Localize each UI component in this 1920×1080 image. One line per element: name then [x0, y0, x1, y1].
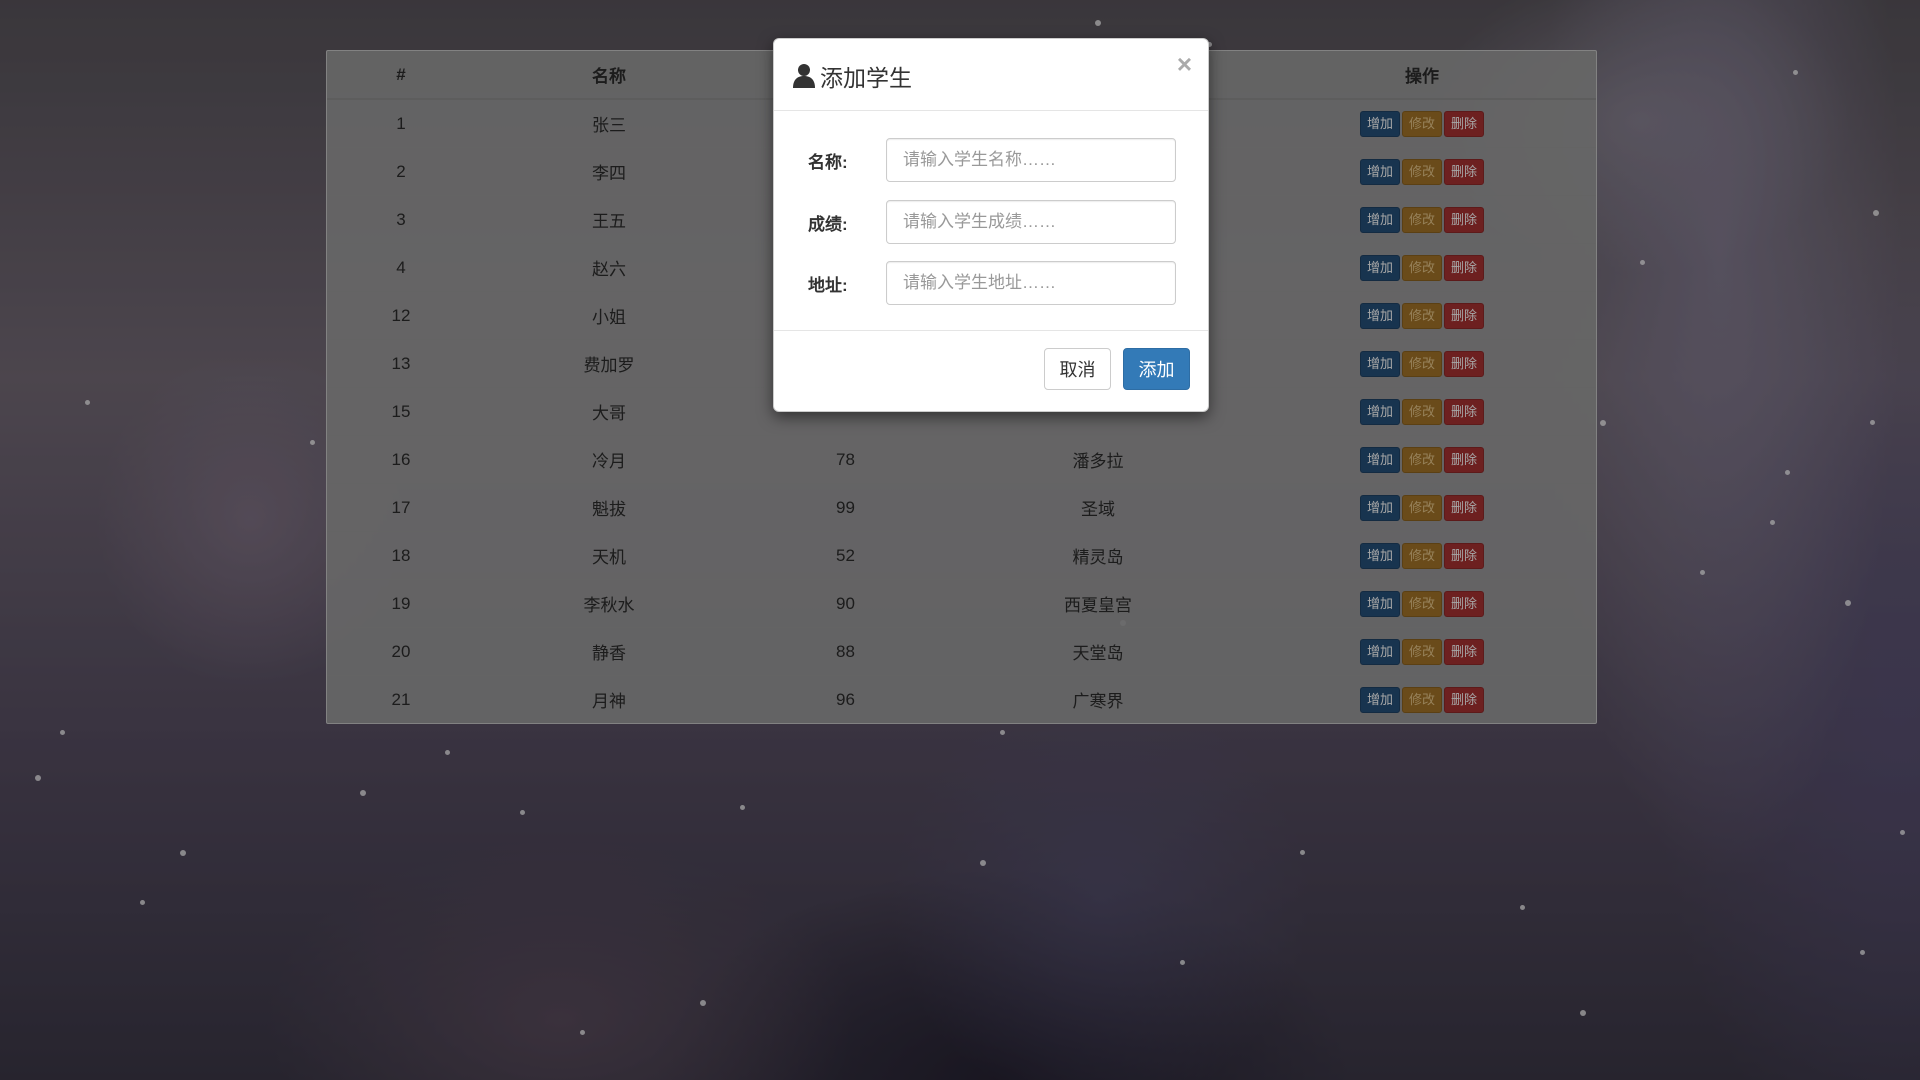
score-label: 成绩: — [808, 214, 848, 234]
cancel-button[interactable]: 取消 — [1044, 348, 1111, 390]
modal-header: 添加学生 × — [774, 39, 1208, 111]
name-input[interactable] — [886, 138, 1176, 182]
close-button[interactable]: × — [1177, 51, 1192, 77]
form-row-name: 名称: — [774, 138, 1208, 182]
address-label: 地址: — [808, 275, 848, 295]
add-button[interactable]: 添加 — [1123, 348, 1190, 390]
modal-footer: 取消 添加 — [774, 333, 1208, 413]
name-label: 名称: — [808, 152, 848, 172]
score-input[interactable] — [886, 200, 1176, 244]
form-row-address: 地址: — [774, 261, 1208, 305]
user-icon — [793, 64, 815, 88]
form-row-score: 成绩: — [774, 200, 1208, 244]
modal-body: 名称: 成绩: 地址: — [774, 111, 1208, 331]
modal-title-text: 添加学生 — [820, 65, 912, 91]
add-student-modal: 添加学生 × 名称: 成绩: 地址: 取消 添加 — [773, 38, 1209, 412]
address-input[interactable] — [886, 261, 1176, 305]
modal-title: 添加学生 — [792, 59, 912, 93]
